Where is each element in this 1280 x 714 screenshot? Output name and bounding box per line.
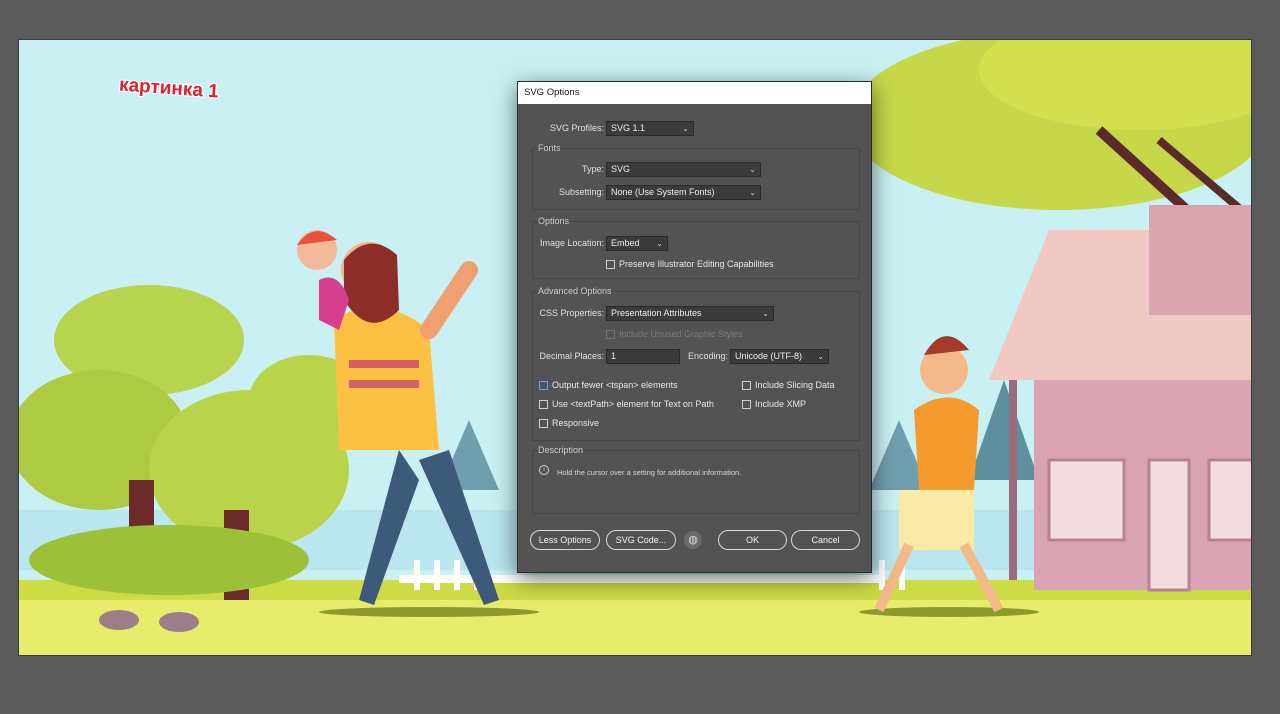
include-slicing-data-checkbox[interactable]: Include Slicing Data: [742, 380, 835, 390]
preserve-editing-label: Preserve Illustrator Editing Capabilitie…: [619, 259, 774, 269]
subsetting-value: None (Use System Fonts): [611, 187, 715, 197]
options-group: [532, 221, 860, 279]
subsetting-label: Subsetting:: [558, 187, 604, 197]
cancel-button[interactable]: Cancel: [791, 530, 860, 550]
include-unused-styles-checkbox[interactable]: Include Unused Graphic Styles: [606, 329, 743, 339]
chevron-down-icon: ⌄: [682, 124, 689, 133]
description-title: Description: [538, 445, 584, 455]
image-location-select[interactable]: Embed ⌄: [606, 236, 668, 251]
chevron-down-icon: ⌄: [656, 239, 663, 248]
use-textpath-checkbox[interactable]: Use <textPath> element for Text on Path: [539, 399, 714, 409]
svg-options-dialog: SVG Options SVG Profiles: SVG 1.1 ⌄ Font…: [517, 81, 872, 573]
svg-profiles-select[interactable]: SVG 1.1 ⌄: [606, 121, 694, 136]
encoding-select[interactable]: Unicode (UTF-8) ⌄: [730, 349, 829, 364]
checkbox-box[interactable]: [742, 380, 751, 390]
css-properties-value: Presentation Attributes: [611, 308, 702, 318]
use-textpath-label: Use <textPath> element for Text on Path: [552, 399, 714, 409]
checkbox-box[interactable]: [606, 259, 615, 269]
globe-icon[interactable]: ◍: [684, 531, 702, 549]
dialog-title: SVG Options: [518, 82, 871, 104]
checkbox-box[interactable]: [742, 399, 751, 409]
chevron-down-icon: ⌄: [817, 352, 824, 361]
checkbox-box[interactable]: [539, 380, 548, 390]
fonts-group-title: Fonts: [538, 143, 561, 153]
include-slicing-data-label: Include Slicing Data: [755, 380, 835, 390]
css-properties-label: CSS Properties:: [539, 308, 604, 318]
include-xmp-checkbox[interactable]: Include XMP: [742, 399, 806, 409]
checkbox-box[interactable]: [606, 329, 615, 339]
chevron-down-icon: ⌄: [762, 309, 769, 318]
svg-profiles-label: SVG Profiles:: [549, 123, 604, 133]
ok-button[interactable]: OK: [718, 530, 787, 550]
responsive-label: Responsive: [552, 418, 600, 428]
checkbox-box[interactable]: [539, 418, 548, 428]
decimal-places-input[interactable]: 1: [606, 349, 680, 364]
output-fewer-tspan-label: Output fewer <tspan> elements: [552, 380, 678, 390]
output-fewer-tspan-checkbox[interactable]: Output fewer <tspan> elements: [539, 380, 678, 390]
preserve-editing-checkbox[interactable]: Preserve Illustrator Editing Capabilitie…: [606, 259, 774, 269]
info-icon: i: [539, 465, 549, 475]
checkbox-box[interactable]: [539, 399, 548, 409]
less-options-button[interactable]: Less Options: [530, 530, 600, 550]
svg-code-button[interactable]: SVG Code...: [606, 530, 676, 550]
image-location-label: Image Location:: [539, 238, 604, 248]
font-type-value: SVG: [611, 164, 631, 174]
advanced-options-title: Advanced Options: [538, 286, 612, 296]
options-group-title: Options: [538, 216, 570, 226]
include-unused-styles-label: Include Unused Graphic Styles: [619, 329, 743, 339]
subsetting-select[interactable]: None (Use System Fonts) ⌄: [606, 185, 761, 200]
description-text: Hold the cursor over a setting for addit…: [557, 468, 742, 477]
font-type-select[interactable]: SVG ⌄: [606, 162, 761, 177]
responsive-checkbox[interactable]: Responsive: [539, 418, 599, 428]
encoding-value: Unicode (UTF-8): [735, 351, 803, 361]
encoding-label: Encoding:: [687, 351, 728, 361]
chevron-down-icon: ⌄: [749, 165, 756, 174]
include-xmp-label: Include XMP: [755, 399, 807, 409]
image-location-value: Embed: [611, 238, 640, 248]
svg-profiles-value: SVG 1.1: [611, 123, 646, 133]
decimal-places-label: Decimal Places:: [539, 351, 604, 361]
description-group: [532, 450, 860, 514]
chevron-down-icon: ⌄: [749, 188, 756, 197]
fonts-group: [532, 148, 860, 210]
font-type-label: Type:: [581, 164, 604, 174]
css-properties-select[interactable]: Presentation Attributes ⌄: [606, 306, 774, 321]
